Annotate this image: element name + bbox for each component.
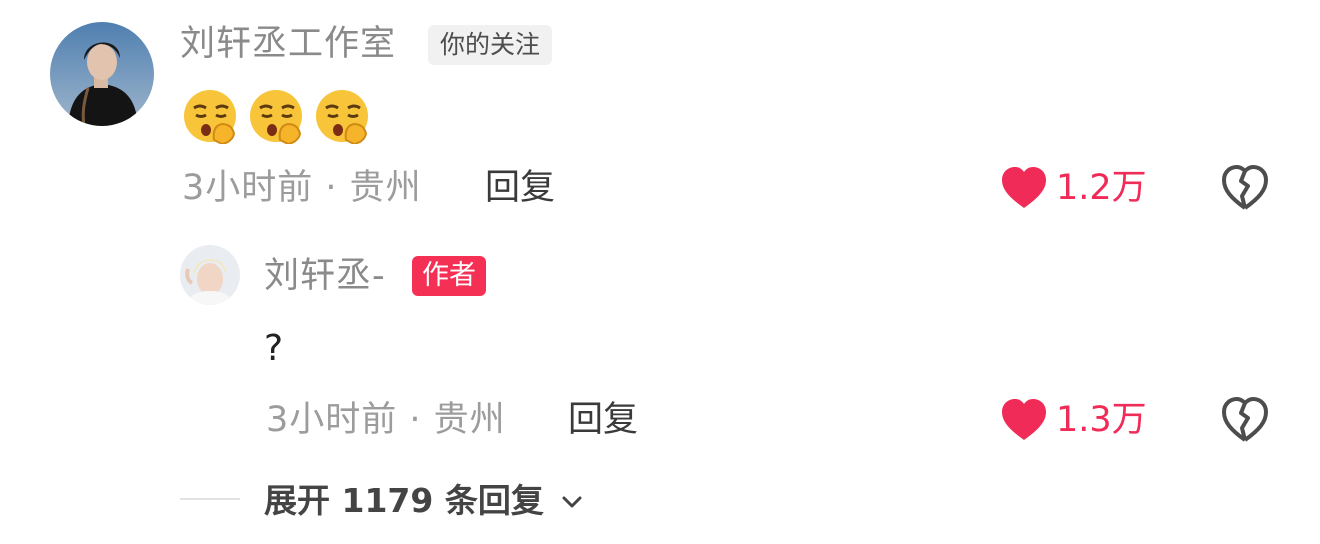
reply-avatar[interactable] bbox=[180, 245, 240, 305]
comment-author-name[interactable]: 刘轩丞工作室 bbox=[180, 22, 396, 66]
reply-author-name[interactable]: 刘轩丞- bbox=[264, 254, 386, 298]
heart-icon bbox=[1002, 167, 1046, 208]
like-count: 1.2万 bbox=[1056, 168, 1147, 208]
reply-button[interactable]: 回复 bbox=[485, 166, 555, 210]
comment-content bbox=[182, 88, 392, 144]
broken-heart-icon bbox=[1222, 165, 1268, 210]
reply-reply-button[interactable]: 回复 bbox=[568, 398, 638, 442]
reply-like-count: 1.3万 bbox=[1056, 400, 1147, 440]
shushing-face-emoji bbox=[316, 90, 368, 144]
broken-heart-icon bbox=[1222, 397, 1268, 442]
expand-replies-label: 展开 1179 条回复 bbox=[264, 481, 544, 520]
comment-time-location: 3小时前 · 贵州 bbox=[182, 168, 422, 208]
expand-divider bbox=[180, 498, 240, 500]
avatar[interactable] bbox=[50, 22, 154, 126]
reply-like-button[interactable]: 1.3万 bbox=[1000, 394, 1160, 446]
author-badge: 作者 bbox=[412, 256, 486, 296]
reply-dislike-button[interactable] bbox=[1220, 396, 1270, 444]
chevron-down-icon bbox=[562, 496, 582, 508]
reply-content: ? bbox=[264, 328, 284, 369]
following-badge: 你的关注 bbox=[428, 25, 553, 65]
like-button[interactable]: 1.2万 bbox=[1000, 162, 1160, 214]
heart-icon bbox=[1002, 399, 1046, 440]
shushing-face-emoji bbox=[184, 90, 236, 144]
expand-replies-button[interactable]: 展开 1179 条回复 bbox=[264, 478, 594, 524]
shushing-face-emoji bbox=[250, 90, 302, 144]
dislike-button[interactable] bbox=[1220, 164, 1270, 212]
reply-time-location: 3小时前 · 贵州 bbox=[266, 400, 506, 440]
